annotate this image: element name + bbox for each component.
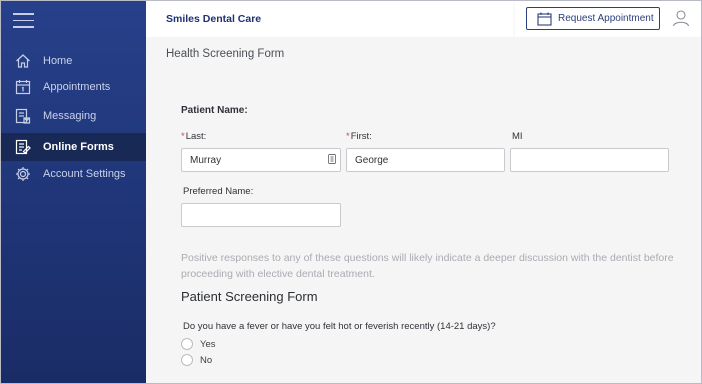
request-appointment-button[interactable]: Request Appointment [526,7,660,30]
preferred-name-input[interactable] [181,203,341,227]
last-name-input[interactable] [181,148,341,172]
request-appointment-label: Request Appointment [558,13,654,24]
radio-label: No [200,354,213,366]
autofill-card-icon[interactable] [328,154,336,164]
sidebar-item-messaging[interactable]: Messaging [1,102,146,130]
sidebar-item-label: Messaging [43,110,97,122]
page-title: Health Screening Form [166,48,285,60]
last-name-field-wrap [181,148,341,172]
sidebar-item-label: Online Forms [43,141,114,153]
preferred-name-label: Preferred Name: [183,186,254,197]
last-name-label-text: Last: [185,131,207,142]
app-window: Home Appointments Messaging Online Forms [0,0,702,384]
required-asterisk: * [181,131,185,142]
sidebar: Home Appointments Messaging Online Forms [1,1,146,383]
menu-icon[interactable] [13,13,34,29]
radio-button[interactable] [181,354,193,366]
calendar-icon [537,12,552,26]
forms-icon [15,139,31,155]
first-name-label: *First: [346,131,372,142]
screening-note: Positive responses to any of these quest… [181,252,674,280]
middle-initial-label: MI [512,131,523,142]
sidebar-item-appointments[interactable]: Appointments [1,73,146,101]
last-name-label: *Last: [181,131,206,142]
user-icon[interactable] [672,9,690,27]
sidebar-item-account-settings[interactable]: Account Settings [1,160,146,188]
sidebar-item-online-forms[interactable]: Online Forms [1,133,146,161]
sidebar-item-label: Home [43,55,73,67]
message-icon [15,108,31,124]
required-asterisk: * [346,131,350,142]
brand-name: Smiles Dental Care [166,13,262,25]
radio-option-yes[interactable]: Yes [181,338,216,350]
radio-option-no[interactable]: No [181,354,212,366]
sidebar-item-label: Appointments [43,81,111,93]
calendar-icon [15,79,31,95]
main-content: Health Screening Form Patient Name: *Las… [146,37,701,383]
radio-button[interactable] [181,338,193,350]
middle-initial-input[interactable] [510,148,669,172]
radio-label: Yes [200,338,216,350]
sidebar-item-label: Account Settings [43,168,126,180]
home-icon [15,53,31,69]
sidebar-item-home[interactable]: Home [1,47,146,75]
patient-name-heading: Patient Name: [181,105,248,116]
fever-question: Do you have a fever or have you felt hot… [183,321,496,332]
gear-icon [15,166,31,182]
first-name-input[interactable] [346,148,505,172]
first-name-label-text: First: [350,131,372,142]
section-title: Patient Screening Form [181,289,318,304]
